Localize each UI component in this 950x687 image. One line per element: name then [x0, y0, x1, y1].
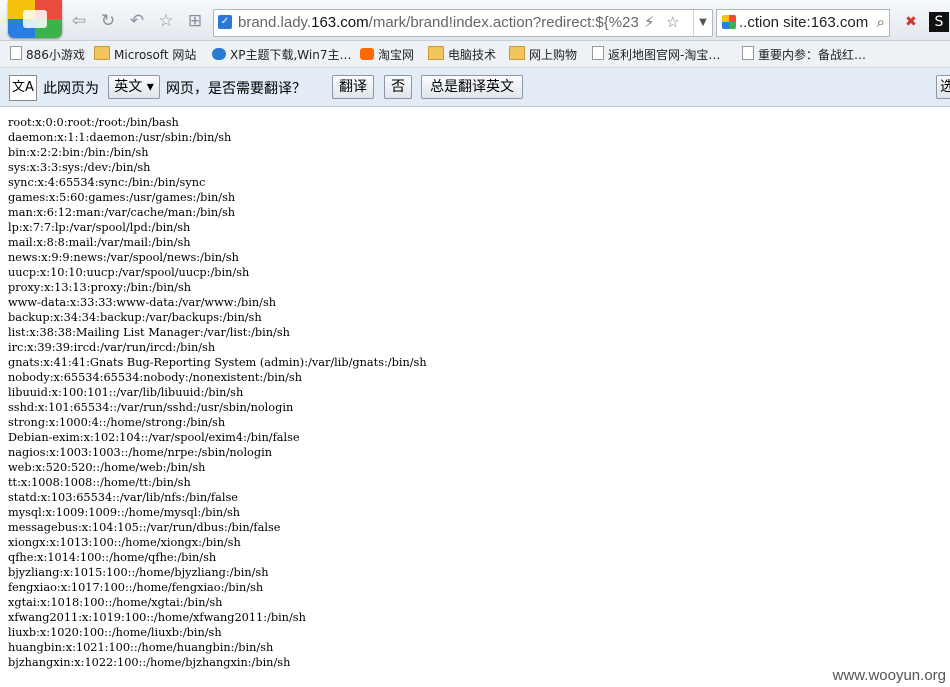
content-line: www-data:x:33:33:www-data:/var/www:/bin/…: [8, 296, 277, 309]
content-line: xfwang2011:x:1019:100::/home/xfwang2011:…: [8, 611, 306, 624]
translate-prefix: 此网页为: [43, 81, 99, 97]
content-line: tt:x:1008:1008::/home/tt:/bin/sh: [8, 476, 191, 489]
content-line: man:x:6:12:man:/var/cache/man:/bin/sh: [8, 206, 236, 219]
site-shield-icon: ✓: [218, 15, 232, 29]
content-line: nobody:x:65534:65534:nobody:/nonexistent…: [8, 371, 303, 384]
taobao-icon: [360, 48, 374, 60]
content-line: strong:x:1000:4::/home/strong:/bin/sh: [8, 416, 226, 429]
content-line: statd:x:103:65534::/var/lib/nfs:/bin/fal…: [8, 491, 238, 504]
google-icon: [722, 15, 736, 29]
folder-icon: [94, 46, 110, 60]
content-line: daemon:x:1:1:daemon:/usr/sbin:/bin/sh: [8, 131, 232, 144]
translate-icon: 文A: [9, 75, 37, 101]
lightning-icon[interactable]: ⚡: [644, 13, 655, 31]
content-line: sys:x:3:3:sys:/dev:/bin/sh: [8, 161, 151, 174]
content-line: web:x:520:520::/home/web:/bin/sh: [8, 461, 206, 474]
bookmark-item[interactable]: 淘宝网: [360, 46, 414, 63]
content-line: liuxb:x:1020:100::/home/liuxb:/bin/sh: [8, 626, 222, 639]
options-button[interactable]: 选: [936, 75, 950, 99]
content-line: list:x:38:38:Mailing List Manager:/var/l…: [8, 326, 290, 339]
bookmark-item[interactable]: 重要内参：备战红…: [742, 46, 866, 63]
browser-logo-icon[interactable]: [8, 0, 62, 38]
close-tabs-icon[interactable]: ✖: [901, 12, 921, 32]
content-line: proxy:x:13:13:proxy:/bin:/bin/sh: [8, 281, 192, 294]
page-icon: [10, 46, 22, 60]
search-box[interactable]: ..ction site:163.com ⌕: [716, 9, 890, 37]
content-line: huangbin:x:1021:100::/home/huangbin:/bin…: [8, 641, 274, 654]
bookmark-item[interactable]: 返利地图官网-淘宝…: [592, 46, 720, 63]
browser-toolbar: ⇦ ↻ ↶ ☆ ⊞ ✓ brand.lady.163.com/mark/bran…: [0, 0, 950, 41]
content-line: backup:x:34:34:backup:/var/backups:/bin/…: [8, 311, 262, 324]
content-line: qfhe:x:1014:100::/home/qfhe:/bin/sh: [8, 551, 217, 564]
bookmarks-bar: 886小游戏 Microsoft 网站 XP主题下载,Win7主… 淘宝网 电脑…: [0, 41, 950, 68]
translate-button[interactable]: 翻译: [332, 75, 374, 99]
back-arrow-icon[interactable]: ⇦: [68, 10, 90, 32]
favorite-star-icon[interactable]: ☆: [155, 10, 177, 32]
address-dropdown-icon[interactable]: ▼: [693, 10, 712, 36]
content-line: nagios:x:1003:1003::/home/nrpe:/sbin/nol…: [8, 446, 272, 459]
content-line: fengxiao:x:1017:100::/home/fengxiao:/bin…: [8, 581, 264, 594]
folder-icon: [428, 46, 444, 60]
search-icon[interactable]: ⌕: [877, 13, 885, 31]
content-line: bin:x:2:2:bin:/bin:/bin/sh: [8, 146, 149, 159]
content-line: lp:x:7:7:lp:/var/spool/lpd:/bin/sh: [8, 221, 191, 234]
search-input[interactable]: ..ction site:163.com: [739, 14, 869, 31]
no-translate-button[interactable]: 否: [384, 75, 412, 99]
content-line: bjyzliang:x:1015:100::/home/bjyzliang:/b…: [8, 566, 269, 579]
passwd-file-content: root:x:0:0:root:/root:/bin/bash daemon:x:…: [8, 115, 938, 670]
content-line: uucp:x:10:10:uucp:/var/spool/uucp:/bin/s…: [8, 266, 250, 279]
content-line: xiongx:x:1013:100::/home/xiongx:/bin/sh: [8, 536, 241, 549]
watermark: www.wooyun.org: [832, 667, 946, 684]
undo-icon[interactable]: ↶: [126, 10, 148, 32]
language-select[interactable]: 英文 ▾: [108, 75, 160, 99]
bookmark-item[interactable]: XP主题下载,Win7主…: [212, 46, 351, 63]
page-icon: [742, 46, 754, 60]
bookmark-item[interactable]: 886小游戏: [10, 46, 85, 63]
translate-question: 网页，是否需要翻译？: [166, 81, 306, 97]
content-line: sshd:x:101:65534::/var/run/sshd:/usr/sbi…: [8, 401, 294, 414]
content-line: root:x:0:0:root:/root:/bin/bash: [8, 116, 179, 129]
translate-bar: 文A 此网页为 英文 ▾ 网页，是否需要翻译？ 翻译 否 总是翻译英文 选: [0, 68, 950, 107]
site-icon: [212, 48, 226, 60]
bookmark-item[interactable]: Microsoft 网站: [94, 46, 196, 63]
content-line: games:x:5:60:games:/usr/games:/bin/sh: [8, 191, 236, 204]
menu-s-icon[interactable]: S: [929, 12, 949, 32]
content-line: mysql:x:1009:1009::/home/mysql:/bin/sh: [8, 506, 241, 519]
content-line: bjzhangxin:x:1022:100::/home/bjzhangxin:…: [8, 656, 291, 669]
content-line: irc:x:39:39:ircd:/var/run/ircd:/bin/sh: [8, 341, 216, 354]
content-line: gnats:x:41:41:Gnats Bug-Reporting System…: [8, 356, 427, 369]
refresh-icon[interactable]: ↻: [97, 10, 119, 32]
always-translate-button[interactable]: 总是翻译英文: [421, 75, 523, 99]
bookmark-item[interactable]: 电脑技术: [428, 46, 496, 63]
bookmark-item[interactable]: 网上购物: [509, 46, 577, 63]
grid-icon[interactable]: ⊞: [184, 10, 206, 32]
content-line: xgtai:x:1018:100::/home/xgtai:/bin/sh: [8, 596, 223, 609]
url-text[interactable]: brand.lady.163.com/mark/brand!index.acti…: [238, 14, 638, 31]
content-line: Debian-exim:x:102:104::/var/spool/exim4:…: [8, 431, 300, 444]
page-icon: [592, 46, 604, 60]
bookmark-star-icon[interactable]: ☆: [666, 13, 679, 31]
content-line: libuuid:x:100:101::/var/lib/libuuid:/bin…: [8, 386, 244, 399]
address-bar[interactable]: ✓ brand.lady.163.com/mark/brand!index.ac…: [213, 9, 713, 37]
content-line: news:x:9:9:news:/var/spool/news:/bin/sh: [8, 251, 239, 264]
content-line: mail:x:8:8:mail:/var/mail:/bin/sh: [8, 236, 191, 249]
content-line: sync:x:4:65534:sync:/bin:/bin/sync: [8, 176, 206, 189]
content-line: messagebus:x:104:105::/var/run/dbus:/bin…: [8, 521, 281, 534]
folder-icon: [509, 46, 525, 60]
